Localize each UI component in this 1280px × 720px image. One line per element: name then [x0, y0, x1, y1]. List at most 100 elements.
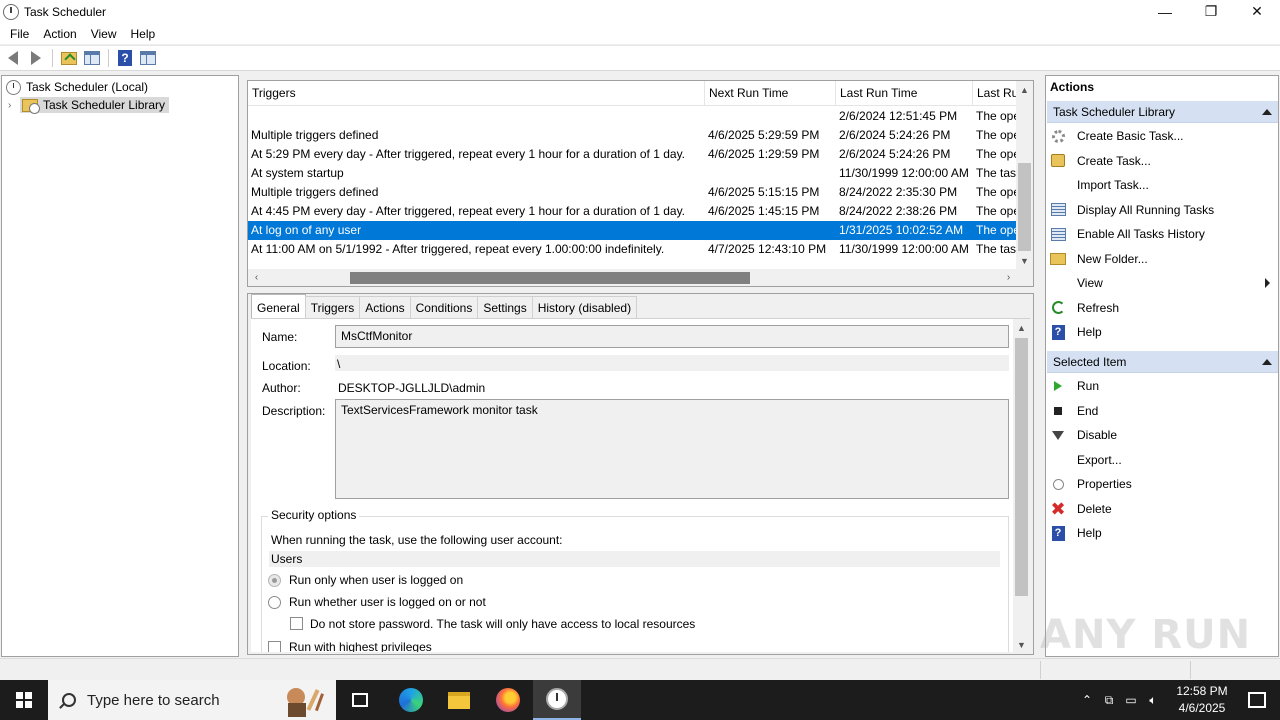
- scrollbar-thumb[interactable]: [350, 272, 750, 284]
- tree-item-library[interactable]: › Task Scheduler Library: [8, 96, 170, 114]
- section-task-scheduler-library[interactable]: Task Scheduler Library: [1047, 101, 1278, 123]
- task-list-vertical-scrollbar[interactable]: ▲ ▼: [1016, 81, 1033, 269]
- task-list-horizontal-scrollbar[interactable]: ‹ ›: [248, 269, 1033, 286]
- scroll-left-icon[interactable]: ‹: [248, 269, 265, 286]
- notification-icon[interactable]: [1248, 692, 1266, 708]
- collapse-icon[interactable]: [1262, 109, 1272, 115]
- description-label: Description:: [262, 404, 326, 418]
- action-create-task[interactable]: Create Task...: [1050, 150, 1276, 172]
- do-not-store-password-checkbox[interactable]: [290, 617, 303, 630]
- start-button[interactable]: [0, 680, 48, 720]
- user-account-value[interactable]: Users: [271, 552, 302, 566]
- table-row[interactable]: At log on of any user 1/31/2025 10:02:52 …: [248, 221, 1018, 240]
- chevron-right-icon[interactable]: ›: [8, 100, 16, 111]
- table-row[interactable]: At 11:00 AM on 5/1/1992 - After triggere…: [248, 240, 1018, 259]
- menu-view[interactable]: View: [84, 27, 124, 41]
- scroll-right-icon[interactable]: ›: [1000, 269, 1017, 286]
- run-highest-privileges-checkbox[interactable]: [268, 641, 281, 652]
- forward-button[interactable]: [26, 48, 46, 68]
- chevron-up-icon[interactable]: ⌃: [1076, 680, 1098, 720]
- run-when-logged-on-label[interactable]: Run only when user is logged on: [289, 573, 463, 587]
- show-hide-action-pane-button[interactable]: [138, 48, 158, 68]
- action-view[interactable]: View: [1050, 272, 1276, 294]
- action-display-all-running-tasks[interactable]: Display All Running Tasks: [1050, 199, 1276, 221]
- table-cell-next: 4/6/2025 1:29:59 PM: [708, 147, 820, 161]
- run-when-logged-on-radio[interactable]: [268, 574, 281, 587]
- author-value[interactable]: DESKTOP-JGLLJLD\admin: [338, 381, 485, 395]
- table-row[interactable]: At 5:29 PM every day - After triggered, …: [248, 145, 1018, 164]
- back-button[interactable]: [3, 48, 23, 68]
- action-help[interactable]: ? Help: [1050, 522, 1276, 544]
- table-row[interactable]: Multiple triggers defined 4/6/2025 5:29:5…: [248, 126, 1018, 145]
- menu-file[interactable]: File: [3, 27, 36, 41]
- run-whether-logged-on-radio[interactable]: [268, 596, 281, 609]
- volume-icon[interactable]: 🔈︎: [1142, 680, 1164, 720]
- table-row[interactable]: Multiple triggers defined 4/6/2025 5:15:1…: [248, 183, 1018, 202]
- delete-icon: ✖: [1050, 498, 1066, 519]
- scrollbar-thumb[interactable]: [1015, 338, 1028, 596]
- scroll-down-icon[interactable]: ▼: [1013, 636, 1030, 652]
- tab-actions[interactable]: Actions: [359, 296, 411, 318]
- table-row[interactable]: At system startup 11/30/1999 12:00:00 AM T…: [248, 164, 1018, 183]
- action-refresh[interactable]: Refresh: [1050, 297, 1276, 319]
- action-label: Disable: [1077, 428, 1118, 442]
- taskbar-search-box[interactable]: Type here to search: [48, 680, 336, 720]
- action-help[interactable]: ? Help: [1050, 321, 1276, 343]
- action-run[interactable]: Run: [1050, 375, 1276, 397]
- action-enable-all-tasks-history[interactable]: Enable All Tasks History: [1050, 223, 1276, 245]
- column-header-triggers[interactable]: Triggers: [248, 81, 705, 106]
- back-icon: [8, 51, 18, 65]
- tab-general[interactable]: General: [251, 294, 306, 318]
- column-header-last-run-result[interactable]: Last Ru: [973, 81, 1018, 106]
- taskbar-file-explorer[interactable]: [435, 680, 483, 720]
- taskbar-clock[interactable]: 12:58 PM 4/6/2025: [1164, 683, 1240, 717]
- name-label: Name:: [262, 330, 298, 344]
- device-icon[interactable]: ⧉: [1098, 680, 1120, 720]
- minimize-button[interactable]: —: [1142, 0, 1188, 23]
- action-delete[interactable]: ✖ Delete: [1050, 498, 1276, 520]
- column-header-next-run-time[interactable]: Next Run Time: [705, 81, 836, 106]
- section-selected-item[interactable]: Selected Item: [1047, 351, 1278, 373]
- tab-history[interactable]: History (disabled): [531, 296, 638, 318]
- location-value[interactable]: \: [337, 357, 340, 371]
- tab-conditions[interactable]: Conditions: [409, 296, 479, 318]
- scroll-up-icon[interactable]: ▲: [1013, 319, 1030, 336]
- collapse-icon[interactable]: [1262, 359, 1272, 365]
- action-end[interactable]: End: [1050, 400, 1276, 422]
- task-view-button[interactable]: [336, 680, 384, 720]
- disable-icon: [1050, 427, 1066, 443]
- scroll-up-icon[interactable]: ▲: [1016, 81, 1033, 98]
- up-folder-button[interactable]: [59, 48, 79, 68]
- action-disable[interactable]: Disable: [1050, 424, 1276, 446]
- description-field[interactable]: TextServicesFramework monitor task: [335, 399, 1009, 499]
- menu-action[interactable]: Action: [36, 27, 83, 41]
- action-properties[interactable]: Properties: [1050, 473, 1276, 495]
- column-header-last-run-time[interactable]: Last Run Time: [836, 81, 973, 106]
- scroll-down-icon[interactable]: ▼: [1016, 252, 1033, 269]
- action-create-basic-task[interactable]: Create Basic Task...: [1050, 125, 1276, 147]
- network-icon[interactable]: ▭: [1120, 680, 1142, 720]
- scrollbar-thumb[interactable]: [1018, 163, 1031, 251]
- menu-help[interactable]: Help: [124, 27, 163, 41]
- forward-icon: [31, 51, 41, 65]
- table-row[interactable]: At 4:45 PM every day - After triggered, …: [248, 202, 1018, 221]
- run-whether-logged-on-label[interactable]: Run whether user is logged on or not: [289, 595, 486, 609]
- tab-settings[interactable]: Settings: [477, 296, 533, 318]
- action-new-folder[interactable]: New Folder...: [1050, 248, 1276, 270]
- taskbar-firefox[interactable]: [484, 680, 532, 720]
- show-hide-console-tree-button[interactable]: [82, 48, 102, 68]
- taskbar-edge[interactable]: [387, 680, 435, 720]
- action-import-task[interactable]: Import Task...: [1050, 174, 1276, 196]
- help-toolbar-button[interactable]: ?: [115, 48, 135, 68]
- table-row[interactable]: 2/6/2024 12:51:45 PM The ope: [248, 107, 1018, 126]
- run-highest-privileges-label[interactable]: Run with highest privileges: [289, 640, 432, 652]
- details-vertical-scrollbar[interactable]: ▲ ▼: [1013, 319, 1030, 652]
- tab-triggers[interactable]: Triggers: [304, 296, 361, 318]
- action-export[interactable]: Export...: [1050, 449, 1276, 471]
- name-field[interactable]: MsCtfMonitor: [335, 325, 1009, 348]
- restore-button[interactable]: ❐: [1188, 0, 1234, 23]
- do-not-store-password-label[interactable]: Do not store password. The task will onl…: [310, 617, 695, 631]
- close-button[interactable]: ✕: [1234, 0, 1280, 23]
- tree-item-local[interactable]: Task Scheduler (Local): [6, 78, 148, 96]
- taskbar-task-scheduler[interactable]: [533, 680, 581, 720]
